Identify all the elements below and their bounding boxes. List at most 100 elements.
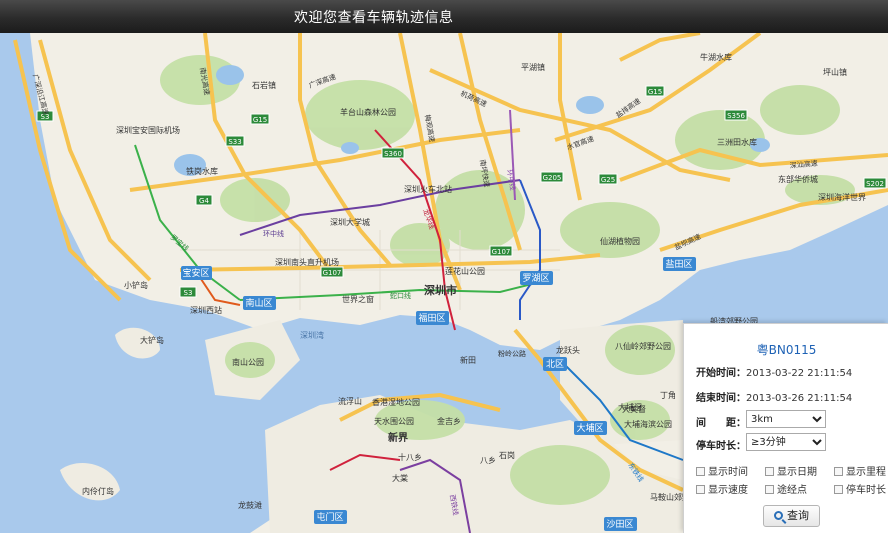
checkbox-box[interactable] [834,467,843,476]
page-title: 欢迎您查看车辆轨迹信息 [294,10,454,26]
svg-text:S360: S360 [384,150,402,158]
show-time-checkbox[interactable]: 显示时间 [696,463,748,478]
road-label: 粉岭公路 [498,349,526,358]
svg-text:南山区: 南山区 [245,297,272,309]
place-label: 大埔海滨公园 [624,419,672,429]
place-label: 深圳火车北站 [404,184,452,194]
svg-text:G107: G107 [323,269,342,277]
place-label: 世界之窗 [342,294,374,304]
district-label-shatin: 沙田区 [604,517,637,531]
place-label: 龙跃头 [556,345,580,355]
svg-text:S202: S202 [866,180,884,188]
shield-s3-2: S3 [179,286,197,298]
svg-text:G205: G205 [543,174,562,182]
place-label: 坪山镇 [823,67,847,77]
show-mileage-checkbox[interactable]: 显示里程 [834,463,886,478]
place-label: 大铲岛 [140,335,164,345]
svg-text:G4: G4 [199,197,209,205]
waypoints-label: 途经点 [777,485,807,496]
district-label-baoan: 宝安区 [181,266,212,280]
place-label: 牛湖水库 [700,52,732,62]
query-button[interactable]: 查询 [763,505,820,527]
shield-g15-2: G15 [645,85,665,97]
place-label: 八乡 [480,456,496,465]
place-label: 天水围公园 [374,416,414,426]
svg-text:盐田区: 盐田区 [665,258,692,270]
stop-duration-label: 停车时长： [696,441,746,452]
place-label-city: 深圳市 [424,283,457,297]
district-label-tuenmun: 屯门区 [314,510,347,524]
shield-g25: G25 [598,173,618,185]
show-speed-label: 显示速度 [708,485,748,496]
place-label: 新田 [460,355,476,365]
end-time-value: 2013-03-26 21:11:54 [746,393,853,404]
place-label: 三洲田水库 [717,137,757,147]
place-label: 深圳西站 [190,305,222,315]
checkbox-box[interactable] [696,467,705,476]
track-query-panel: 粤BN0115 开始时间：2013-03-22 21:11:54 结束时间：20… [683,323,888,533]
svg-text:S3: S3 [184,289,193,297]
place-label: 深圳湾 [300,330,324,340]
interval-select[interactable]: 3km [746,410,826,428]
shield-s360: S360 [381,147,405,159]
start-time-value: 2013-03-22 21:11:54 [746,368,853,379]
checkbox-box[interactable] [765,467,774,476]
svg-text:G15: G15 [253,116,267,124]
svg-text:S33: S33 [228,138,241,146]
place-label: 十八乡 [398,452,422,462]
svg-text:G107: G107 [492,248,511,256]
district-label-nanshan: 南山区 [243,296,276,310]
vehicle-plate: 粤BN0115 [756,343,817,357]
stop-duration-option-label: 停车时长 [846,485,886,496]
end-time-row: 结束时间：2013-03-26 21:11:54 [696,389,852,404]
district-label-futian: 福田区 [416,311,449,325]
place-label: 内伶仃岛 [82,486,114,496]
road-label: 蛇口线 [390,291,411,300]
query-button-label: 查询 [787,509,809,522]
place-label: 深圳南头直升机场 [275,257,339,267]
shield-s202: S202 [863,177,887,189]
start-time-label: 开始时间： [696,368,746,379]
show-date-checkbox[interactable]: 显示日期 [765,463,817,478]
show-time-label: 显示时间 [708,467,748,478]
place-label: 流浮山 [338,396,362,406]
end-time-label: 结束时间： [696,393,746,404]
svg-text:福田区: 福田区 [418,312,445,324]
show-date-label: 显示日期 [777,467,817,478]
shield-g205: G205 [540,171,564,183]
place-label: 仙湖植物园 [600,236,640,246]
svg-text:S356: S356 [727,112,745,120]
svg-text:G25: G25 [601,176,615,184]
shield-g107: G107 [489,245,513,257]
show-mileage-label: 显示里程 [846,467,886,478]
place-label: 莲花山公园 [445,266,485,276]
stop-duration-checkbox[interactable]: 停车时长 [834,481,886,496]
start-time-row: 开始时间：2013-03-22 21:11:54 [696,364,852,379]
district-label-luohu: 罗湖区 [520,271,553,285]
road-label: 环中线 [263,229,284,238]
shield-g15: G15 [250,113,270,125]
place-label: 新界 [388,431,408,444]
shield-s33: S33 [225,135,245,147]
svg-text:宝安区: 宝安区 [182,267,209,279]
place-label: 丁角 [660,390,676,400]
waypoints-checkbox[interactable]: 途经点 [765,481,807,496]
place-label: 南山公园 [232,357,264,367]
place-label: 深圳海洋世界 [818,192,866,202]
svg-text:大埔区: 大埔区 [576,422,603,434]
place-label: 八仙岭郊野公园 [615,341,671,351]
place-label: 大棠 [392,473,408,483]
shield-g107-2: G107 [320,266,344,278]
checkbox-box[interactable] [834,485,843,494]
place-label: 东部华侨城 [778,174,818,184]
place-label: 石岩镇 [252,80,276,90]
place-label: 小铲岛 [124,280,148,290]
svg-text:罗湖区: 罗湖区 [522,273,549,284]
place-label: 羊台山森林公园 [340,107,396,117]
stop-duration-select[interactable]: ≥3分钟 [746,433,826,451]
checkbox-box[interactable] [765,485,774,494]
show-speed-checkbox[interactable]: 显示速度 [696,481,748,496]
checkbox-box[interactable] [696,485,705,494]
place-label: 金吉乡 [437,416,461,426]
svg-text:北区: 北区 [546,359,564,370]
